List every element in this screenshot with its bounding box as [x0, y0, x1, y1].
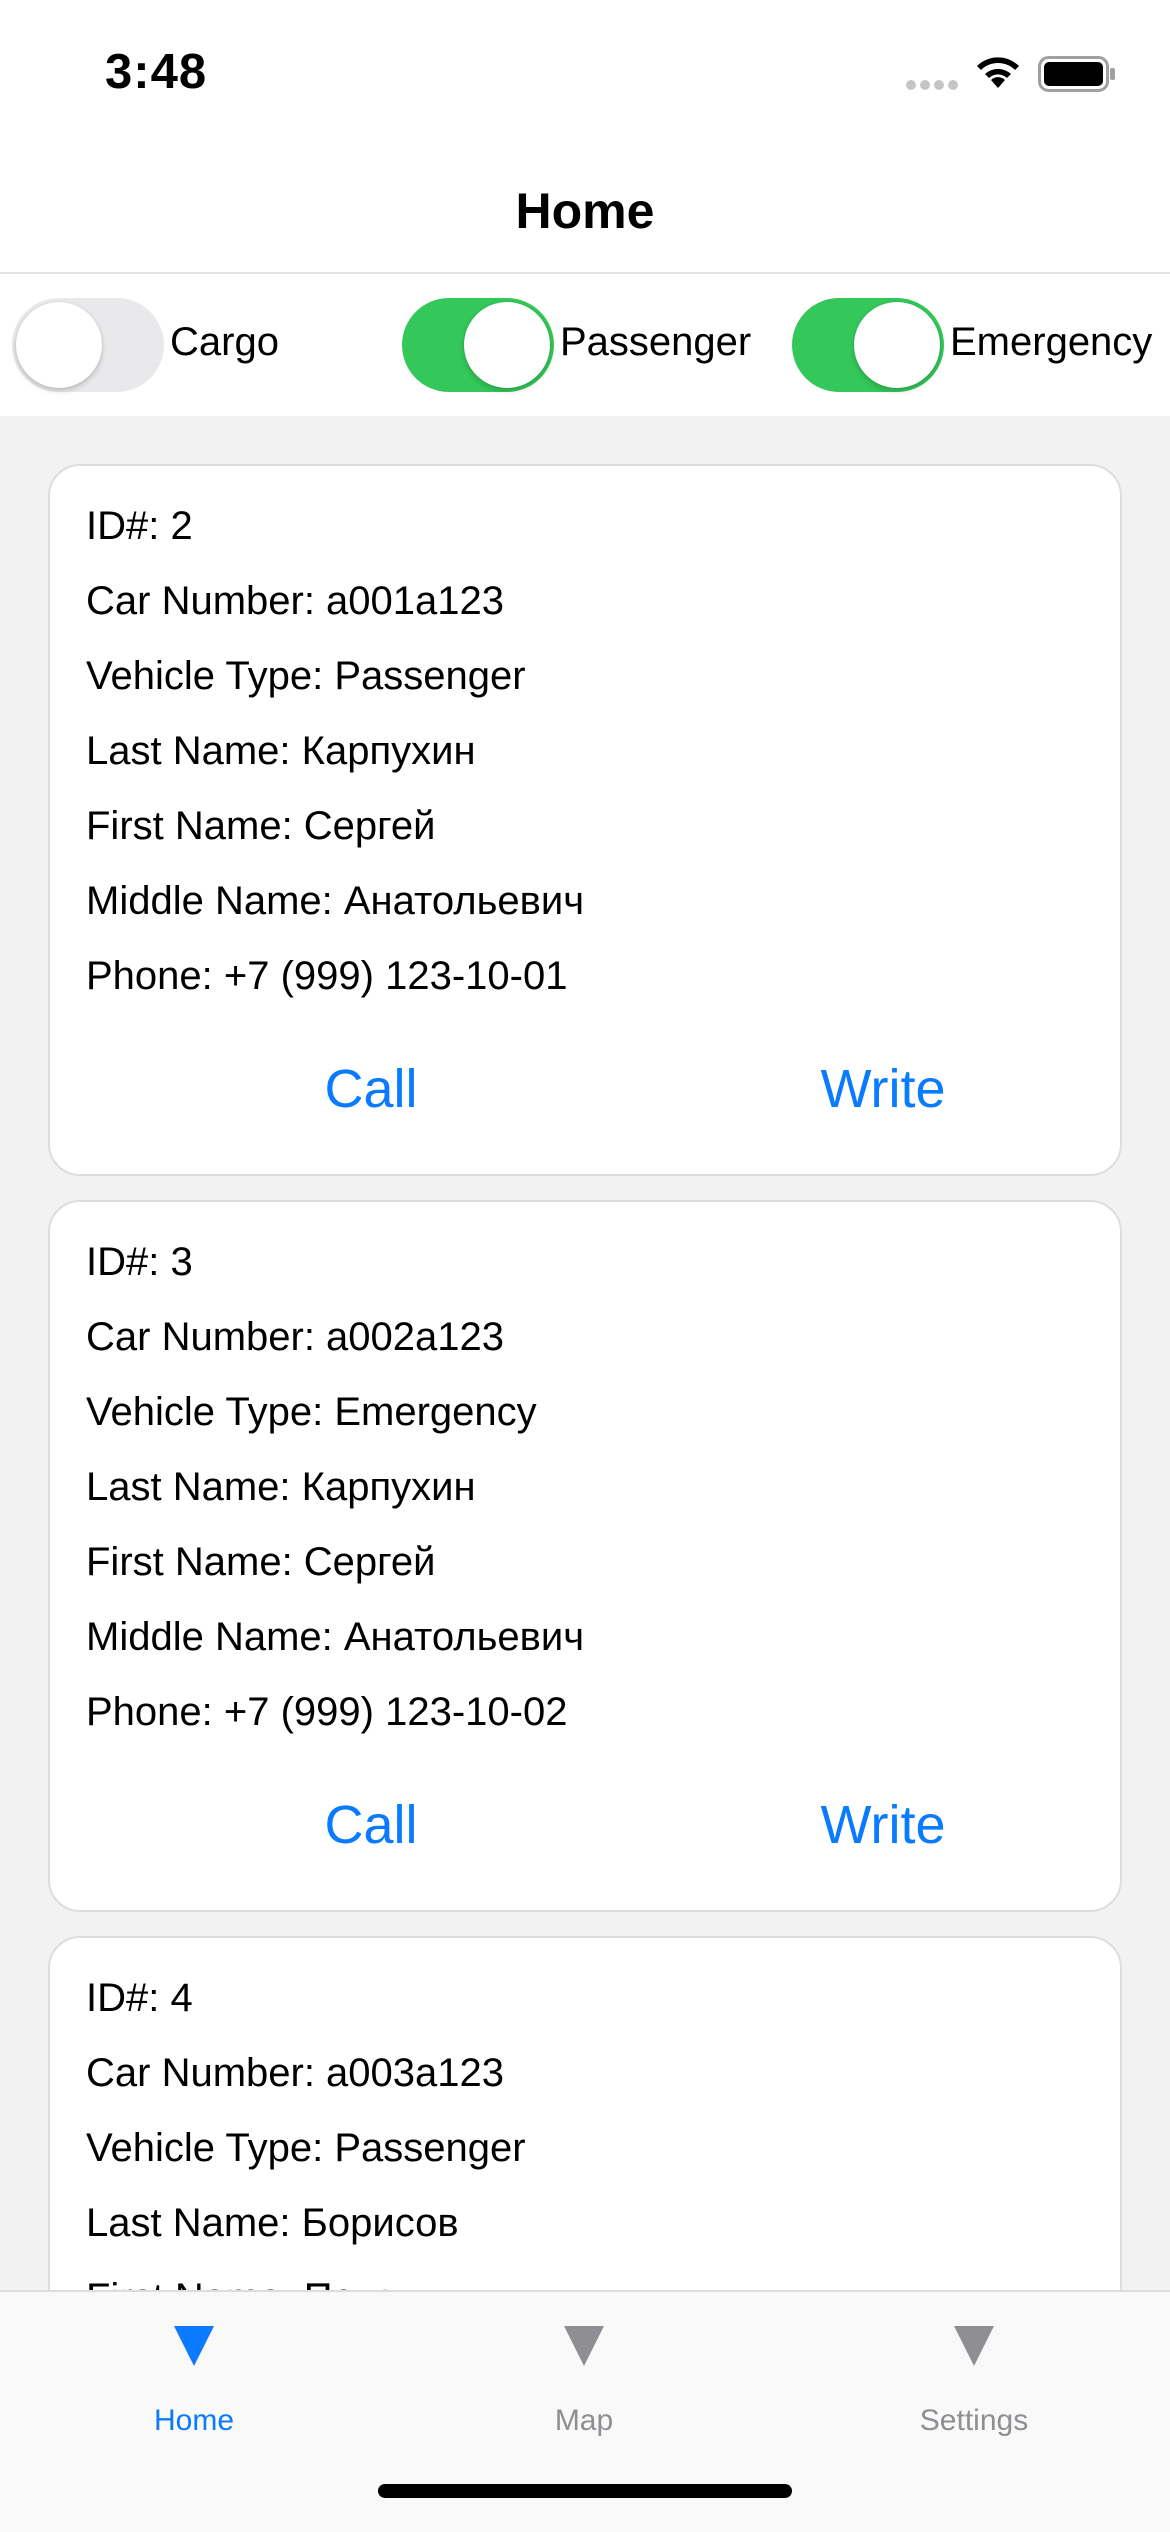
vehicle-card: ID#: 3 Car Number: a002a123 Vehicle Type… [48, 1200, 1122, 1912]
last-name: Last Name: Карпухин [86, 729, 476, 773]
phone: Phone: +7 (999) 123-10-01 [86, 954, 568, 998]
phone: Phone: +7 (999) 123-10-02 [86, 1690, 568, 1734]
middle-name: Middle Name: Анатольевич [86, 879, 585, 923]
home-indicator[interactable] [378, 2484, 792, 2498]
navigation-bar: Home [0, 140, 1170, 274]
call-button[interactable]: Call [221, 1058, 521, 1120]
vehicle-card: ID#: 2 Car Number: a001a123 Vehicle Type… [48, 464, 1122, 1176]
tab-home[interactable]: Home [84, 2326, 304, 2438]
page-title: Home [515, 183, 655, 239]
last-name: Last Name: Карпухин [86, 1465, 476, 1509]
car-number: Car Number: a002a123 [86, 1315, 505, 1359]
wifi-icon [977, 57, 1019, 88]
vehicle-type: Vehicle Type: Emergency [86, 1390, 537, 1434]
vehicle-card: ID#: 4 Car Number: a003a123 Vehicle Type… [48, 1936, 1122, 2290]
switch-knob [464, 302, 550, 388]
filter-label: Emergency [950, 320, 1153, 364]
vehicle-type: Vehicle Type: Passenger [86, 2126, 526, 2170]
vehicle-list[interactable]: ID#: 2 Car Number: a001a123 Vehicle Type… [0, 416, 1170, 2290]
switch-knob [16, 302, 102, 388]
call-button[interactable]: Call [221, 1794, 521, 1856]
switch-knob [854, 302, 940, 388]
app-screen: 3:48 Home Cargo Passenger Emergency ID#:… [0, 0, 1170, 2532]
first-name: First Name: Сергей [86, 804, 436, 848]
tab-label: Home [153, 2404, 235, 2437]
filter-label: Cargo [170, 320, 279, 364]
tab-label: Settings [919, 2404, 1029, 2437]
tab-label: Map [554, 2404, 614, 2437]
first-name: First Name: Сергей [86, 1540, 436, 1584]
vehicle-type-filters: Cargo Passenger Emergency [0, 274, 1170, 416]
header-area: 3:48 Home [0, 0, 1170, 274]
car-number: Car Number: a003a123 [86, 2051, 505, 2095]
cellular-signal-icon [906, 80, 960, 90]
cargo-switch[interactable] [12, 298, 164, 392]
passenger-switch[interactable] [402, 298, 554, 392]
filter-label: Passenger [560, 320, 752, 364]
first-name: First Name: Петр [86, 2276, 394, 2290]
middle-name: Middle Name: Анатольевич [86, 1615, 585, 1659]
status-bar: 3:48 [0, 0, 1170, 140]
tab-settings[interactable]: Settings [864, 2326, 1084, 2438]
car-number: Car Number: a001a123 [86, 579, 505, 623]
vehicle-id: ID#: 4 [86, 1976, 193, 2020]
vehicle-type: Vehicle Type: Passenger [86, 654, 526, 698]
triangle-icon [564, 2326, 604, 2366]
last-name: Last Name: Борисов [86, 2201, 459, 2245]
triangle-icon [174, 2326, 214, 2366]
write-button[interactable]: Write [733, 1794, 1033, 1856]
vehicle-id: ID#: 3 [86, 1240, 193, 1284]
write-button[interactable]: Write [733, 1058, 1033, 1120]
vehicle-id: ID#: 2 [86, 504, 193, 548]
status-time: 3:48 [105, 45, 208, 99]
triangle-icon [954, 2326, 994, 2366]
battery-icon [1038, 56, 1115, 92]
tab-map[interactable]: Map [474, 2326, 694, 2438]
emergency-switch[interactable] [792, 298, 944, 392]
